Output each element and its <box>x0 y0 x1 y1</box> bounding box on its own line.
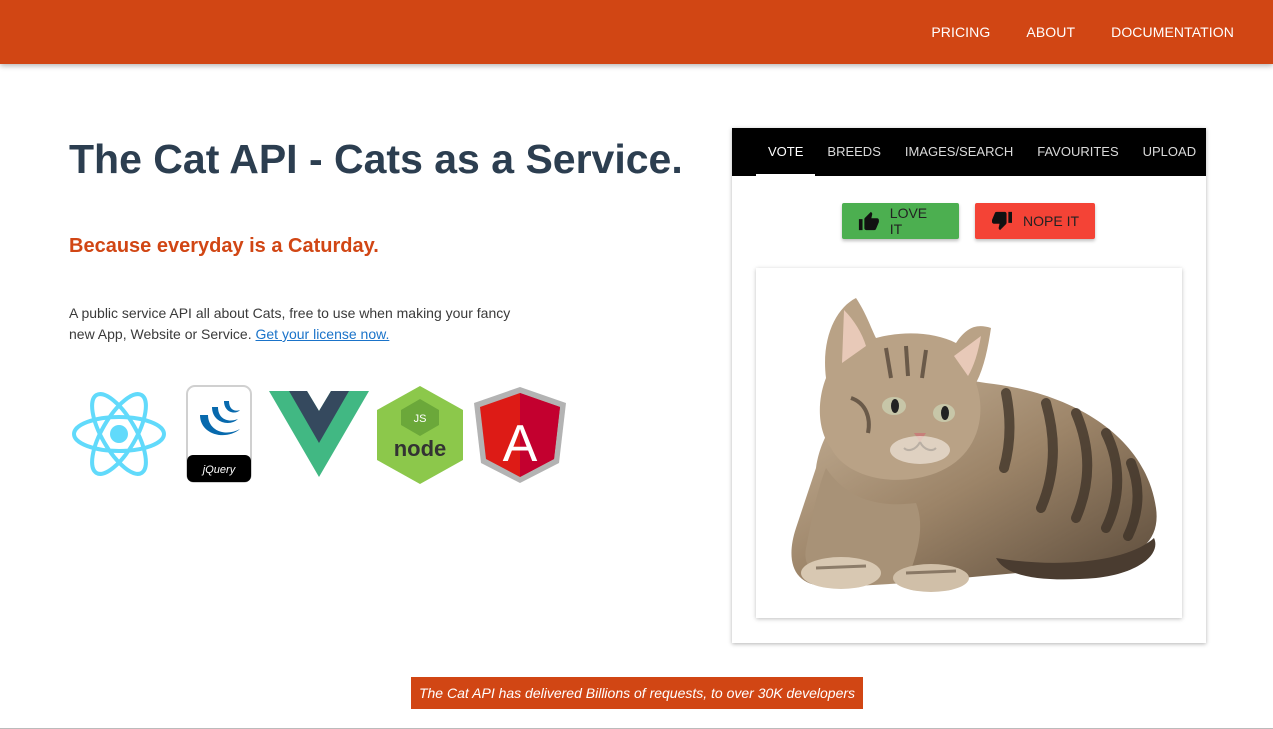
tab-vote[interactable]: VOTE <box>756 128 816 176</box>
page-title-rest: Cats as a Service. <box>322 136 683 182</box>
node-logo-js: JS <box>414 413 427 425</box>
react-logo <box>72 392 166 476</box>
page-title-bold: The Cat API - <box>69 136 323 182</box>
cat-image-card <box>756 268 1182 618</box>
description: A public service API all about Cats, fre… <box>69 303 529 345</box>
love-it-label: LOVE IT <box>889 205 928 237</box>
tab-favourites[interactable]: FAVOURITES <box>1025 128 1130 176</box>
node-logo-text: node <box>394 436 447 461</box>
angular-logo-letter: A <box>503 415 538 473</box>
love-it-button[interactable]: LOVE IT <box>842 203 959 239</box>
tab-upload[interactable]: UPLOAD <box>1131 128 1208 176</box>
vote-buttons: LOVE IT NOPE IT <box>842 203 1111 239</box>
demo-tabs: VOTE BREEDS IMAGES/SEARCH FAVOURITES UPL… <box>732 128 1206 176</box>
top-navbar: PRICING ABOUT DOCUMENTATION <box>0 0 1273 64</box>
vue-logo <box>269 391 369 477</box>
node-logo: JS node <box>377 386 463 484</box>
jquery-logo: jQuery <box>186 385 252 483</box>
top-nav: PRICING ABOUT DOCUMENTATION <box>895 0 1234 64</box>
license-link[interactable]: Get your license now. <box>256 326 390 342</box>
cat-image <box>791 298 1157 592</box>
thumbs-up-icon <box>858 211 879 231</box>
tab-images-search[interactable]: IMAGES/SEARCH <box>893 128 1025 176</box>
thumbs-down-icon <box>992 211 1012 231</box>
page-title: The Cat API - Cats as a Service. <box>69 136 683 183</box>
tagline: Because everyday is a Caturday. <box>69 235 379 257</box>
nav-about-link[interactable]: ABOUT <box>1026 24 1075 40</box>
angular-logo: A <box>474 387 566 483</box>
nope-it-label: NOPE IT <box>1023 213 1080 229</box>
nope-it-button[interactable]: NOPE IT <box>975 203 1095 239</box>
jquery-logo-text: jQuery <box>201 464 237 476</box>
nav-documentation-link[interactable]: DOCUMENTATION <box>1111 24 1234 40</box>
tab-breeds[interactable]: BREEDS <box>815 128 892 176</box>
cat-api-demo-panel: VOTE BREEDS IMAGES/SEARCH FAVOURITES UPL… <box>732 128 1206 643</box>
stats-banner: The Cat API has delivered Billions of re… <box>411 677 863 709</box>
nav-pricing-link[interactable]: PRICING <box>931 24 990 40</box>
